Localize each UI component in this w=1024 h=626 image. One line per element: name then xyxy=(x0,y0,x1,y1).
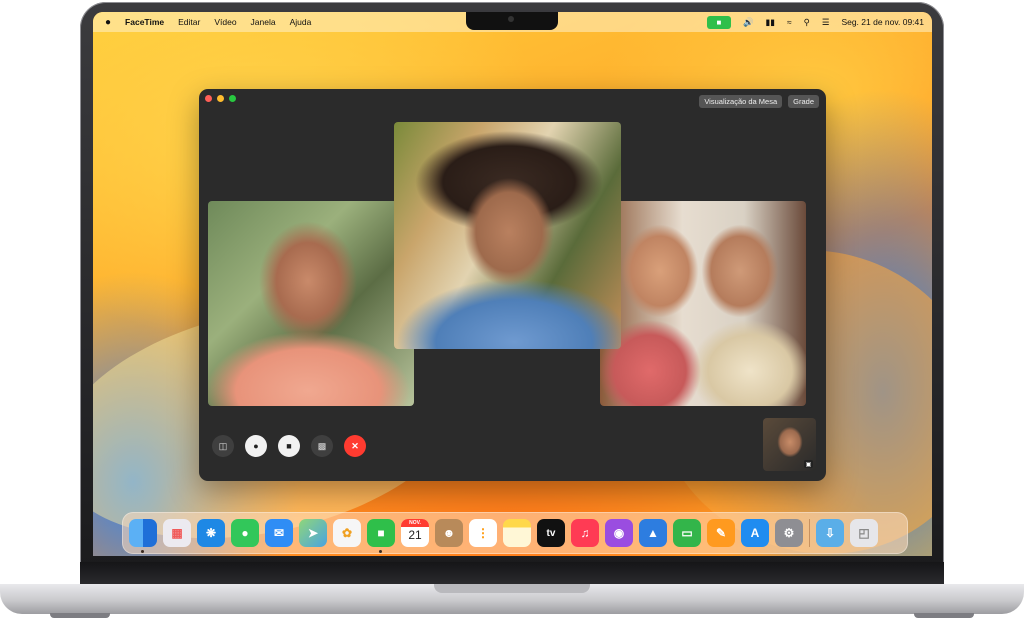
participant-video-tile[interactable] xyxy=(600,201,806,406)
numbers-icon[interactable]: ▭ xyxy=(673,519,701,547)
music-icon[interactable]: ♫ xyxy=(571,519,599,547)
video-camera-icon: ■ xyxy=(286,441,292,451)
calendar-month: NOV. xyxy=(401,519,429,527)
notes-icon[interactable] xyxy=(503,519,531,547)
window-controls xyxy=(205,95,236,102)
close-window-button[interactable] xyxy=(205,95,212,102)
camera-button[interactable]: ■ xyxy=(278,435,300,457)
finder-icon[interactable] xyxy=(129,519,157,553)
wifi-icon[interactable]: ≈ xyxy=(787,17,792,27)
call-controls: ◫ ● ■ ▩ ✕ xyxy=(212,435,366,457)
menu-video[interactable]: Vídeo xyxy=(214,17,236,27)
volume-icon[interactable]: 🔊 xyxy=(743,17,754,28)
menu-ajuda[interactable]: Ajuda xyxy=(290,17,312,27)
participant-video-tile[interactable] xyxy=(208,201,414,406)
facetime-icon[interactable]: ■ xyxy=(367,519,395,553)
keynote-icon[interactable]: ▲ xyxy=(639,519,667,547)
mail-icon[interactable]: ✉ xyxy=(265,519,293,547)
safari-icon[interactable]: ❋ xyxy=(197,519,225,547)
apple-tv-label: tv xyxy=(546,527,556,539)
maps-icon[interactable]: ➤ xyxy=(299,519,327,547)
facetime-window: Visualização da Mesa Grade ▣ ◫ ● ■ ▩ ✕ xyxy=(199,89,826,481)
dock: ▦ ❋ ● ✉ ➤ ✿ ■ NOV. 21 ☻ ⋮ tv ♫ ◉ ▲ ▭ ✎ A… xyxy=(122,512,908,554)
control-center-icon[interactable]: ☰ xyxy=(822,17,830,28)
app-store-icon[interactable]: A xyxy=(741,519,769,547)
laptop-foot xyxy=(50,613,110,618)
mute-button[interactable]: ● xyxy=(245,435,267,457)
launchpad-icon[interactable]: ▦ xyxy=(163,519,191,547)
minimize-window-button[interactable] xyxy=(217,95,224,102)
shareplay-button[interactable]: ▩ xyxy=(311,435,333,457)
self-view-tile[interactable]: ▣ xyxy=(763,418,816,471)
camera-in-use-icon[interactable]: ■ xyxy=(706,15,731,29)
laptop-hinge xyxy=(80,562,944,584)
laptop-foot xyxy=(914,613,974,618)
camera-notch xyxy=(466,12,558,30)
running-indicator xyxy=(141,550,144,553)
sidebar-icon: ◫ xyxy=(218,440,228,451)
running-indicator xyxy=(379,550,382,553)
grid-button[interactable]: Grade xyxy=(788,95,819,108)
reminders-icon[interactable]: ⋮ xyxy=(469,519,497,547)
trash-icon[interactable]: ◰ xyxy=(850,519,878,547)
messages-icon[interactable]: ● xyxy=(231,519,259,547)
podcasts-icon[interactable]: ◉ xyxy=(605,519,633,547)
photos-icon[interactable]: ✿ xyxy=(333,519,361,547)
dock-separator xyxy=(809,519,810,547)
calendar-day: 21 xyxy=(408,528,422,542)
end-call-button[interactable]: ✕ xyxy=(344,435,366,457)
apple-menu-icon[interactable]: ● xyxy=(105,17,111,28)
desk-view-button[interactable]: Visualização da Mesa xyxy=(699,95,783,108)
calendar-icon[interactable]: NOV. 21 xyxy=(401,519,429,547)
system-settings-icon[interactable]: ⚙ xyxy=(775,519,803,547)
sidebar-button[interactable]: ◫ xyxy=(212,435,234,457)
view-mode-buttons: Visualização da Mesa Grade xyxy=(699,95,819,108)
pages-icon[interactable]: ✎ xyxy=(707,519,735,547)
battery-icon[interactable]: ▮▮ xyxy=(766,17,775,28)
shareplay-icon: ▩ xyxy=(317,440,327,451)
microphone-icon: ● xyxy=(253,441,259,451)
participant-video-tile-active-speaker[interactable] xyxy=(394,122,621,349)
end-call-icon: ✕ xyxy=(351,440,359,451)
apple-tv-icon[interactable]: tv xyxy=(537,519,565,547)
contacts-icon[interactable]: ☻ xyxy=(435,519,463,547)
laptop-base-notch xyxy=(434,584,590,593)
downloads-folder-icon[interactable]: ⇩ xyxy=(816,519,844,547)
menu-date-time[interactable]: Seg. 21 de nov. 09:41 xyxy=(841,17,924,27)
spotlight-search-icon[interactable]: ⚲ xyxy=(804,17,810,28)
menu-app-name[interactable]: FaceTime xyxy=(125,17,164,27)
camera-icon xyxy=(508,16,514,22)
fullscreen-window-button[interactable] xyxy=(229,95,236,102)
camera-switch-icon[interactable]: ▣ xyxy=(804,460,813,468)
menu-janela[interactable]: Janela xyxy=(251,17,276,27)
menu-editar[interactable]: Editar xyxy=(178,17,200,27)
